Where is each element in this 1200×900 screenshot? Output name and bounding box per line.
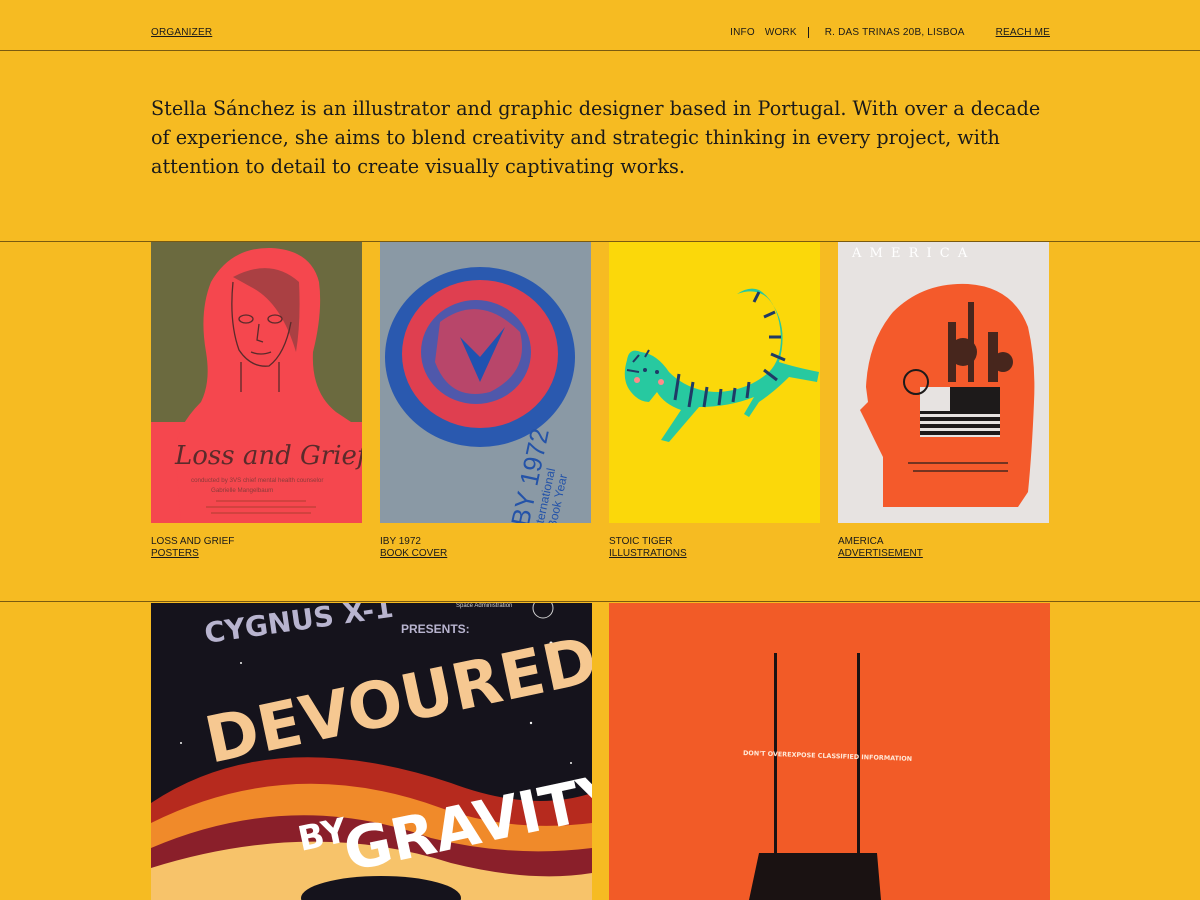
- poster-heading: A M E R I C A: [851, 246, 969, 261]
- project-thumbnail-stoic-tiger[interactable]: [609, 242, 820, 523]
- project-category-link[interactable]: BOOK COVER: [380, 548, 591, 560]
- poster-line: Gabrielle Mangelbaum: [211, 487, 273, 494]
- project-card[interactable]: A M E R I C A AMERICA ADVERTISEMENT: [838, 242, 1049, 560]
- project-card[interactable]: Loss and Grief conducted by 3VS chief me…: [151, 242, 362, 560]
- project-title: IBY 1972: [380, 536, 421, 547]
- featured-project-devoured-by-gravity[interactable]: CYGNUS X-1 PRESENTS: Space Administratio…: [151, 603, 592, 900]
- intro-text: Stella Sánchez is an illustrator and gra…: [151, 97, 1041, 178]
- poster-line: conducted by 3VS chief mental health cou…: [191, 477, 323, 484]
- reach-me-link[interactable]: REACH ME: [996, 27, 1050, 38]
- poster-agency: Space Administration: [456, 603, 512, 609]
- address-text: R. DAS TRINAS 20B, LISBOA: [824, 27, 965, 38]
- project-title: STOIC TIGER: [609, 536, 673, 547]
- nav-info-link[interactable]: INFO: [730, 27, 755, 38]
- project-category-link[interactable]: ADVERTISEMENT: [838, 548, 1049, 560]
- poster-presents: PRESENTS:: [401, 622, 470, 636]
- section-divider: [0, 601, 1200, 602]
- featured-project-classified-information[interactable]: DON'T OVEREXPOSE CLASSIFIED INFORMATION: [609, 603, 1050, 900]
- project-title: AMERICA: [838, 536, 884, 547]
- project-card[interactable]: IBY 1972 International Book Year IBY 197…: [380, 242, 591, 560]
- project-title: LOSS AND GRIEF: [151, 536, 235, 547]
- project-card[interactable]: STOIC TIGER ILLUSTRATIONS: [609, 242, 820, 560]
- brand-link[interactable]: ORGANIZER: [151, 27, 212, 38]
- poster-heading: Loss and Grief: [174, 441, 362, 471]
- top-bar: ORGANIZER INFO WORK R. DAS TRINAS 20B, L…: [0, 0, 1200, 51]
- project-category-link[interactable]: POSTERS: [151, 548, 362, 560]
- project-category-link[interactable]: ILLUSTRATIONS: [609, 548, 820, 560]
- top-nav: INFO WORK R. DAS TRINAS 20B, LISBOA REAC…: [730, 27, 1050, 38]
- nav-divider: [807, 27, 809, 38]
- project-thumbnail-loss-and-grief[interactable]: Loss and Grief conducted by 3VS chief me…: [151, 242, 362, 523]
- project-thumbnail-iby-1972[interactable]: IBY 1972 International Book Year: [380, 242, 591, 523]
- project-thumbnail-america[interactable]: A M E R I C A: [838, 242, 1049, 523]
- nav-work-link[interactable]: WORK: [765, 27, 797, 38]
